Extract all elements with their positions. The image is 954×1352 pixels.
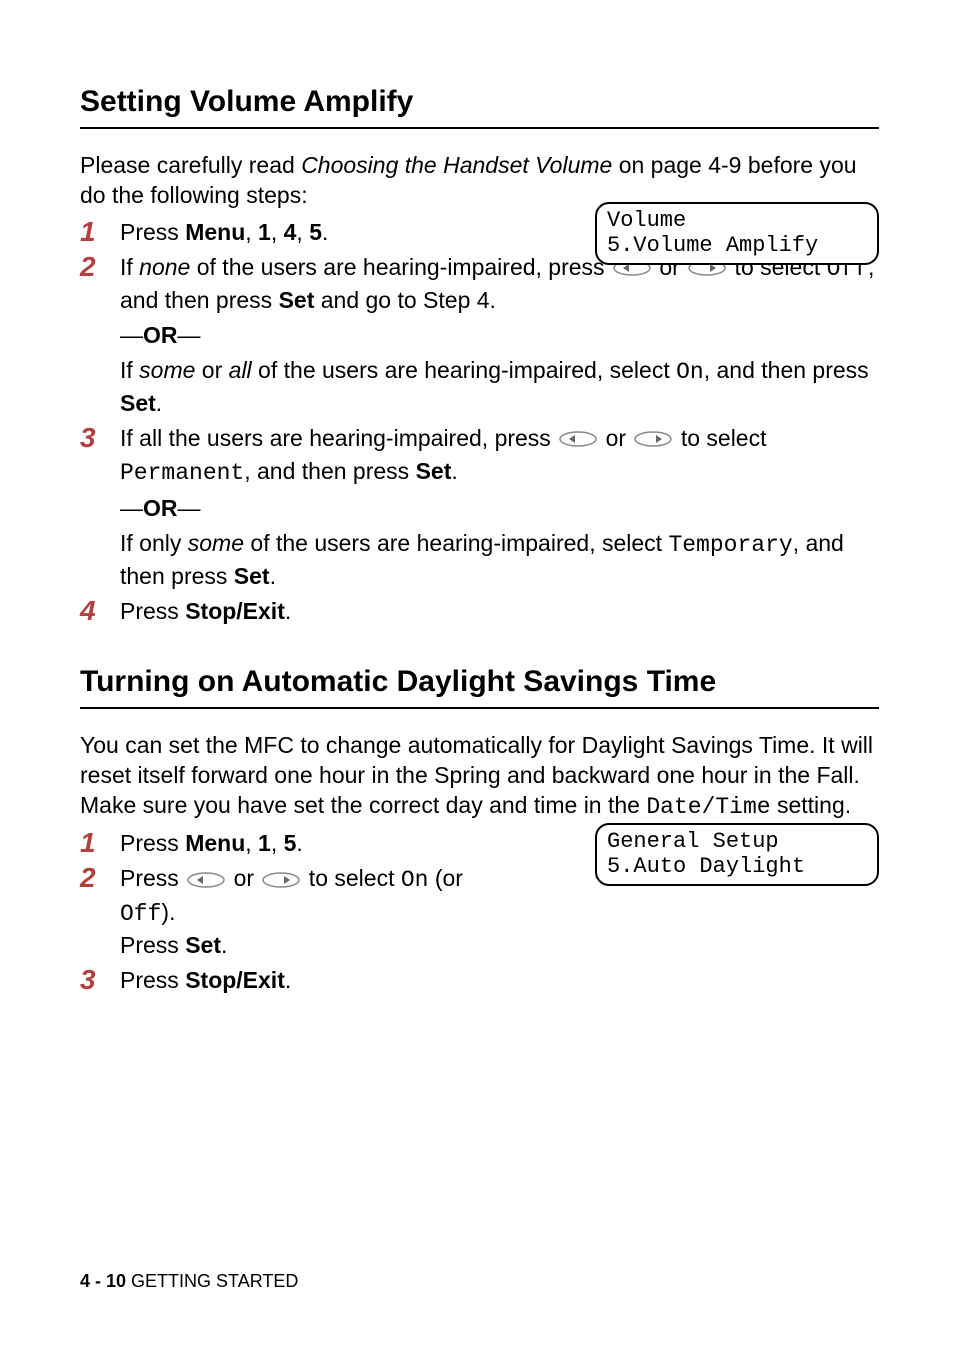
step-2: 2 If none of the users are hearing-impai… [80,252,879,419]
or-divider: —OR— [120,493,879,524]
step-list-1: 1 Press Menu, 1, 4, 5. 2 If none of the … [80,217,879,627]
chapter-name: GETTING STARTED [126,1271,298,1291]
step-body: Press Stop/Exit. [120,965,879,996]
lcd-display-daylight: General Setup 5.Auto Daylight [595,823,879,886]
page-number: 4 - 10 [80,1271,126,1291]
step-number: 2 [80,863,120,960]
step-number: 1 [80,828,120,859]
lcd-line-1: Volume [607,208,867,233]
step-body: Press Menu, 1, 4, 5. [120,217,500,248]
nav-left-icon [559,424,597,455]
step-number: 3 [80,965,120,996]
step-body: If all the users are hearing-impaired, p… [120,423,879,592]
step-body: Press Stop/Exit. [120,596,879,627]
lcd-line-2: 5.Auto Daylight [607,854,867,879]
section-heading-volume-amplify: Setting Volume Amplify [80,85,879,129]
step-3: 3 If all the users are hearing-impaired,… [80,423,879,592]
step-body: Press Menu, 1, 5. [120,828,500,859]
intro-text-2: You can set the MFC to change automatica… [80,731,879,823]
step-4: 4 Press Stop/Exit. [80,596,879,627]
section-heading-daylight: Turning on Automatic Daylight Savings Ti… [80,665,879,709]
page-footer: 4 - 10 GETTING STARTED [80,1271,298,1292]
or-divider: —OR— [120,320,879,351]
step-number: 1 [80,217,120,248]
lcd-line-2: 5.Volume Amplify [607,233,867,258]
step-number: 4 [80,596,120,627]
nav-left-icon [187,865,225,896]
step-number: 2 [80,252,120,419]
step-body: If none of the users are hearing-impaire… [120,252,879,419]
nav-right-icon [634,424,672,455]
lcd-display-volume: Volume 5.Volume Amplify [595,202,879,265]
step-3: 3 Press Stop/Exit. [80,965,879,996]
lcd-line-1: General Setup [607,829,867,854]
nav-right-icon [262,865,300,896]
step-number: 3 [80,423,120,592]
